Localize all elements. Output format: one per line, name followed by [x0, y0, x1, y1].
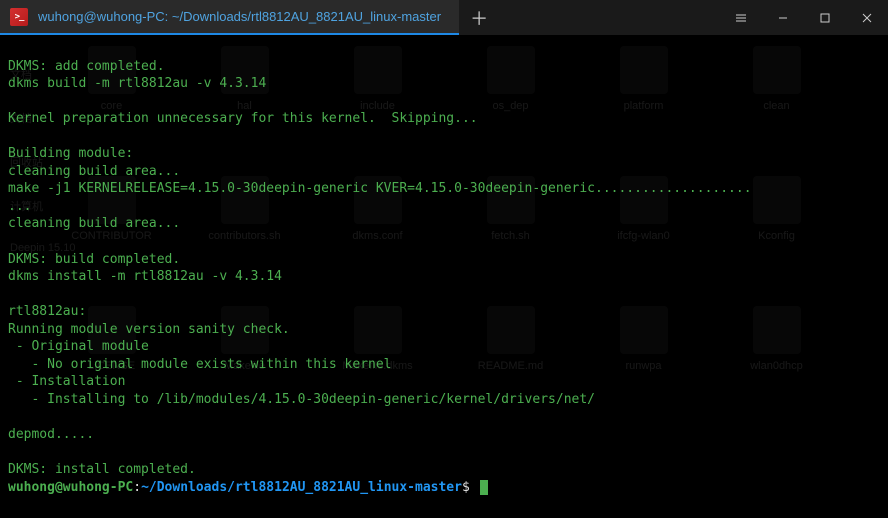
- titlebar-spacer: [499, 0, 720, 35]
- output-line: make -j1 KERNELRELEASE=4.15.0-30deepin-g…: [8, 181, 752, 196]
- output-line: rtl8812au:: [8, 304, 86, 319]
- output-line: - No original module exists within this …: [8, 357, 392, 372]
- output-line: - Installing to /lib/modules/4.15.0-30de…: [8, 392, 595, 407]
- output-line: dkms install -m rtl8812au -v 4.3.14: [8, 269, 282, 284]
- close-button[interactable]: [846, 0, 888, 36]
- output-line: cleaning build area...: [8, 216, 180, 231]
- cursor-icon: [480, 480, 488, 495]
- prompt-dollar: $: [462, 480, 470, 495]
- output-line: dkms build -m rtl8812au -v 4.3.14: [8, 76, 266, 91]
- terminal-icon: [10, 8, 28, 26]
- output-line: DKMS: add completed.: [8, 59, 165, 74]
- prompt-colon: :: [133, 480, 141, 495]
- output-line: Building module:: [8, 146, 133, 161]
- output-line: - Original module: [8, 339, 149, 354]
- menu-button[interactable]: [720, 0, 762, 36]
- titlebar: wuhong@wuhong-PC: ~/Downloads/rtl8812AU_…: [0, 0, 888, 36]
- output-line: depmod.....: [8, 427, 94, 442]
- prompt-path: ~/Downloads/rtl8812AU_8821AU_linux-maste…: [141, 480, 462, 495]
- minimize-button[interactable]: [762, 0, 804, 36]
- tab-title: wuhong@wuhong-PC: ~/Downloads/rtl8812AU_…: [38, 9, 441, 24]
- prompt[interactable]: wuhong@wuhong-PC:~/Downloads/rtl8812AU_8…: [8, 480, 488, 495]
- new-tab-button[interactable]: ＋: [459, 0, 499, 35]
- maximize-button[interactable]: [804, 0, 846, 36]
- output-line: DKMS: build completed.: [8, 252, 180, 267]
- output-line: - Installation: [8, 374, 125, 389]
- output-line: ...: [8, 199, 31, 214]
- output-line: Kernel preparation unnecessary for this …: [8, 111, 478, 126]
- terminal-tab[interactable]: wuhong@wuhong-PC: ~/Downloads/rtl8812AU_…: [0, 0, 459, 35]
- output-line: DKMS: install completed.: [8, 462, 196, 477]
- output-line: Running module version sanity check.: [8, 322, 290, 337]
- prompt-user: wuhong@wuhong-PC: [8, 480, 133, 495]
- output-line: cleaning build area...: [8, 164, 180, 179]
- terminal-output[interactable]: DKMS: add completed. dkms build -m rtl88…: [0, 36, 888, 500]
- window-controls: [720, 0, 888, 35]
